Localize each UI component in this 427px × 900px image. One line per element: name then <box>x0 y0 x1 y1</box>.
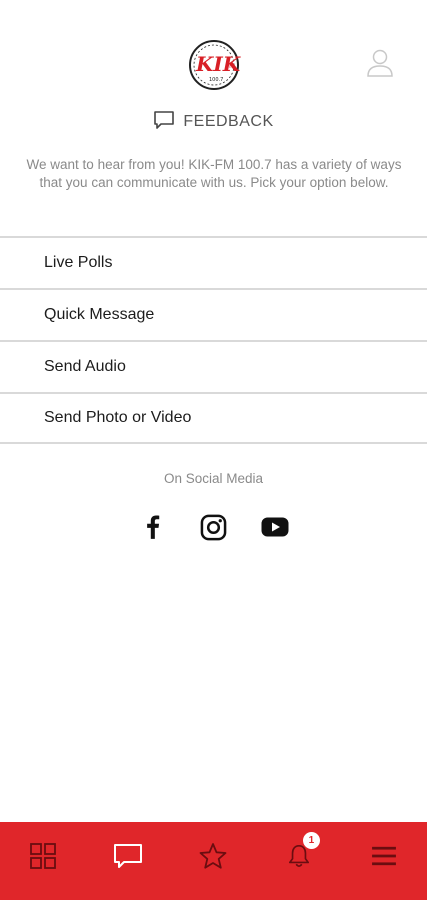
menu-item-send-audio[interactable]: Send Audio <box>0 340 427 392</box>
menu-icon[interactable] <box>354 838 414 874</box>
page-title: FEEDBACK <box>0 110 427 134</box>
menu-item-send-photo-video[interactable]: Send Photo or Video <box>0 392 427 444</box>
menu-item-quick-message[interactable]: Quick Message <box>0 288 427 340</box>
header: KIK fm 100.7 <box>0 0 427 100</box>
menu-item-live-polls[interactable]: Live Polls <box>0 236 427 288</box>
message-icon[interactable] <box>98 838 158 874</box>
notification-badge: 1 <box>302 832 320 849</box>
star-icon[interactable] <box>183 838 243 874</box>
feedback-menu: Live Polls Quick Message Send Audio Send… <box>0 236 427 444</box>
message-icon <box>153 110 175 135</box>
social-title: On Social Media <box>163 471 264 486</box>
social-links <box>0 512 427 542</box>
intro-text: We want to hear from you! KIK-FM 100.7 h… <box>26 157 402 190</box>
facebook-icon[interactable] <box>139 512 167 542</box>
user-icon[interactable] <box>363 46 397 80</box>
grid-icon[interactable] <box>13 838 73 874</box>
instagram-icon[interactable] <box>200 512 228 542</box>
svg-text:fm: fm <box>227 63 235 70</box>
bell-icon[interactable]: 1 <box>269 832 329 874</box>
kik-fm-logo[interactable]: KIK fm 100.7 <box>187 38 242 92</box>
bottom-tab-bar: 1 <box>0 822 427 900</box>
svg-text:100.7: 100.7 <box>209 77 223 83</box>
page-title-text: FEEDBACK <box>183 113 274 130</box>
youtube-icon[interactable] <box>261 512 289 542</box>
